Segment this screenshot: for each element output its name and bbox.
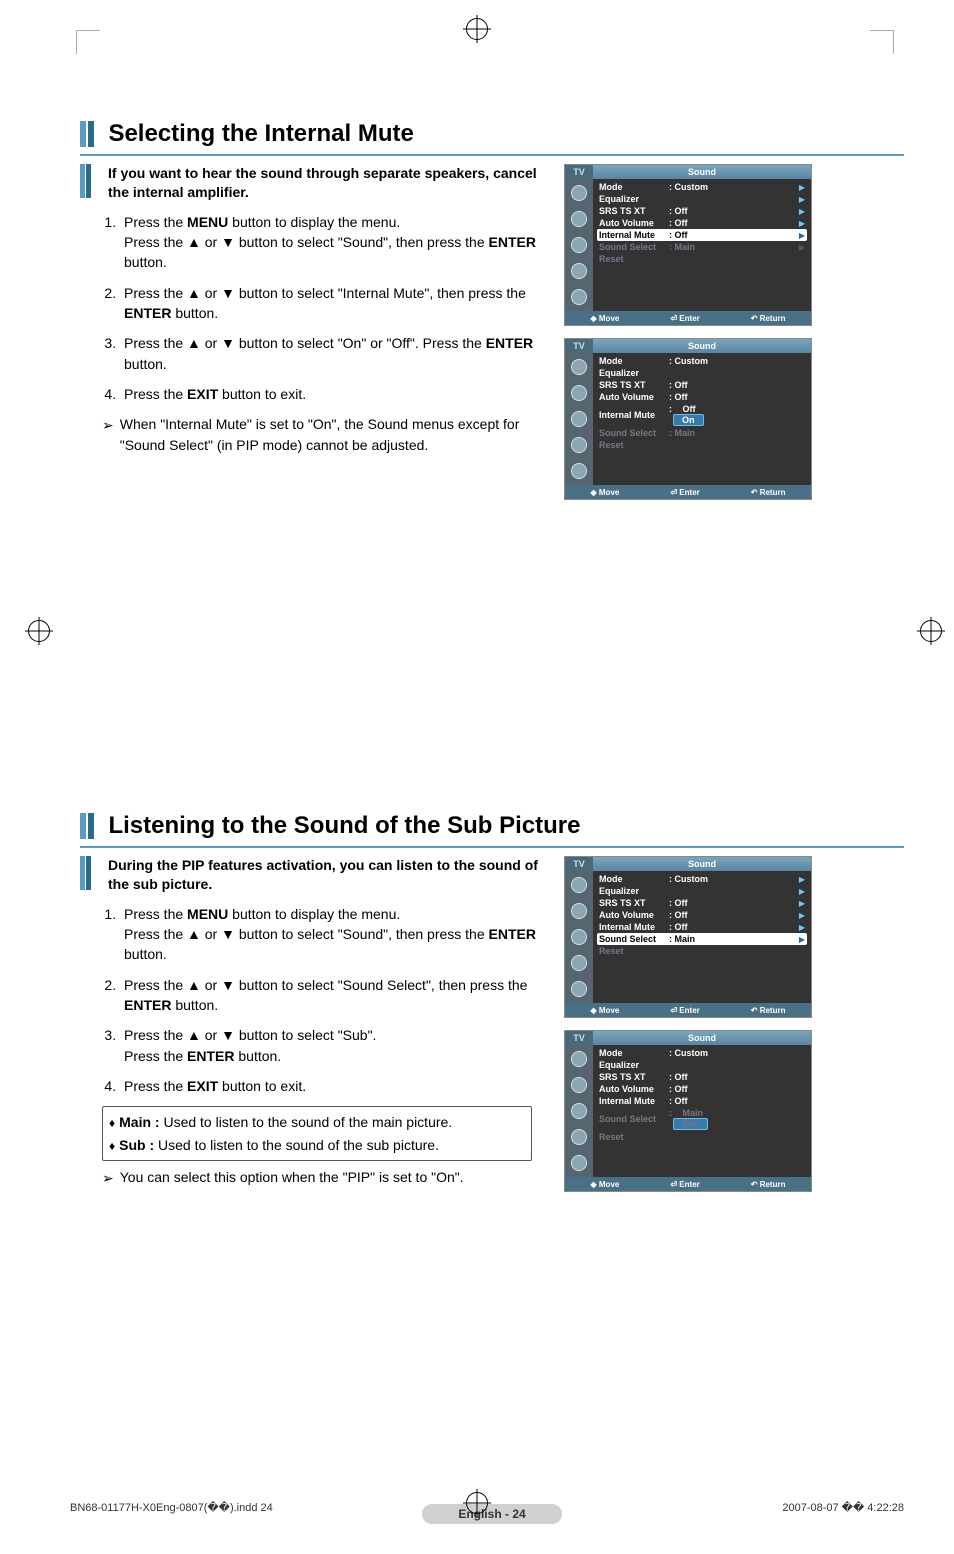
section-title: Listening to the Sound of the Sub Pictur… <box>108 812 580 840</box>
section-internal-mute: Selecting the Internal Mute If you want … <box>80 120 904 512</box>
section-intro: During the PIP features activation, you … <box>108 856 538 894</box>
section-sound-sub-picture: Listening to the Sound of the Sub Pictur… <box>80 812 904 1204</box>
note-text: When "Internal Mute" is set to "On", the… <box>120 414 540 456</box>
list-item: Press the MENU button to display the men… <box>120 904 540 965</box>
list-item: Press the EXIT button to exit. <box>120 384 540 404</box>
note-text: You can select this option when the "PIP… <box>120 1167 464 1189</box>
crop-mark <box>76 30 100 54</box>
step-list: Press the MENU button to display the men… <box>120 904 540 1096</box>
section-title: Selecting the Internal Mute <box>108 120 413 148</box>
section-intro: If you want to hear the sound through se… <box>108 164 538 202</box>
osd-screenshot: TVSoundMode: Custom▶Equalizer▶SRS TS XT:… <box>564 856 812 1018</box>
registration-mark-icon <box>28 620 50 642</box>
list-item: Press the MENU button to display the men… <box>120 212 540 273</box>
osd-screenshot: TVSoundMode: Custom▶Equalizer▶SRS TS XT:… <box>564 164 812 326</box>
heading-accent-icon <box>88 121 94 147</box>
footer-right: 2007-08-07 �� 4:22:28 <box>782 1501 904 1514</box>
crop-mark <box>870 30 894 54</box>
list-item: Press the ▲ or ▼ button to select "Sound… <box>120 975 540 1016</box>
registration-mark-icon <box>466 18 488 40</box>
list-item: Press the ▲ or ▼ button to select "On" o… <box>120 333 540 374</box>
registration-mark-icon <box>920 620 942 642</box>
heading-accent-icon <box>80 813 86 839</box>
footer-left: BN68-01177H-X0Eng-0807(��).indd 24 <box>70 1501 273 1514</box>
step-list: Press the MENU button to display the men… <box>120 212 540 404</box>
heading-accent-icon <box>80 121 86 147</box>
osd-screenshot: TVSoundMode: CustomEqualizerSRS TS XT: O… <box>564 338 812 500</box>
heading-accent-icon <box>88 813 94 839</box>
list-item: Press the EXIT button to exit. <box>120 1076 540 1096</box>
osd-screenshot: TVSoundMode: CustomEqualizerSRS TS XT: O… <box>564 1030 812 1192</box>
list-item: Press the ▲ or ▼ button to select "Sub".… <box>120 1025 540 1066</box>
list-item: Press the ▲ or ▼ button to select "Inter… <box>120 283 540 324</box>
definition-box: ♦Main : Used to listen to the sound of t… <box>102 1106 532 1161</box>
note-icon: ➢ <box>102 415 114 456</box>
note-icon: ➢ <box>102 1168 114 1189</box>
print-footer: BN68-01177H-X0Eng-0807(��).indd 24 2007-… <box>70 1501 904 1514</box>
